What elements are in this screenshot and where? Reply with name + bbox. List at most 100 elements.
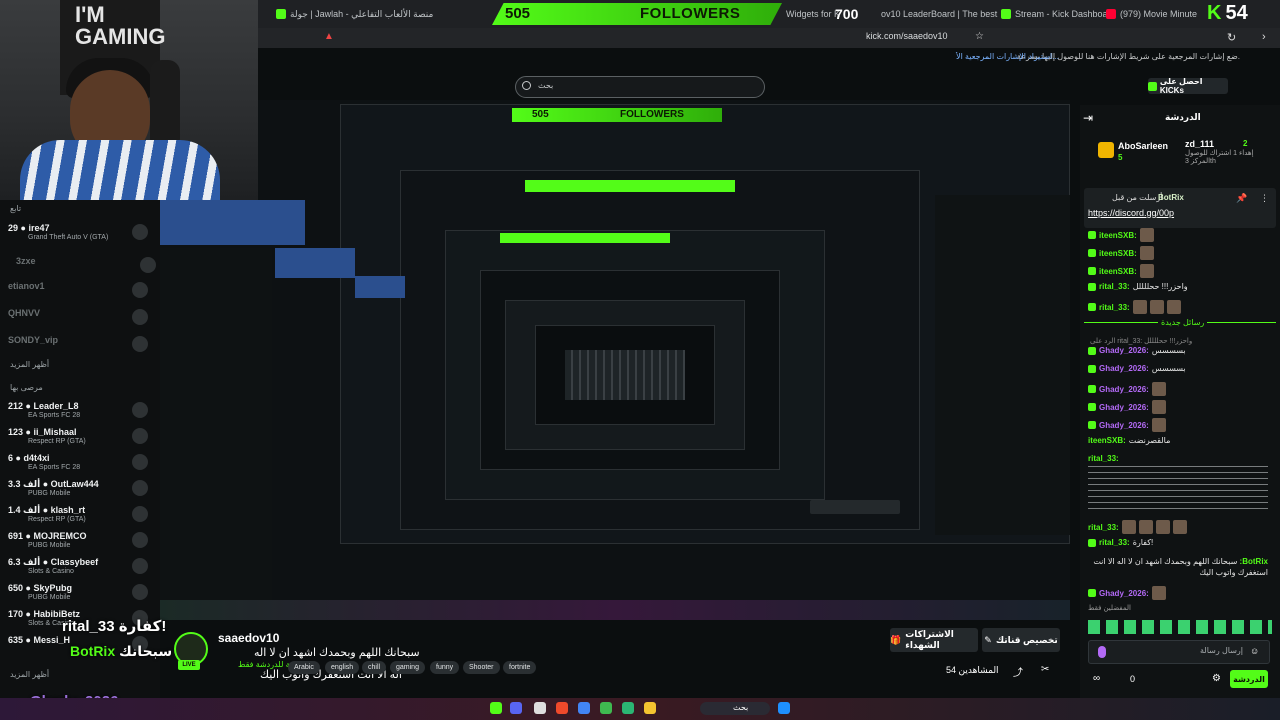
- sidebar-item-qhnvv[interactable]: QHNVV: [8, 307, 148, 333]
- share-icon[interactable]: ⤴: [1013, 664, 1023, 679]
- more-options-icon[interactable]: ⋮: [1260, 193, 1269, 204]
- chat-message: rital_33: كفارة!: [1088, 538, 1153, 547]
- emote-icon: [1172, 520, 1187, 534]
- emote-icon: [1151, 382, 1166, 396]
- gaming-banner-text: I'M GAMING: [75, 2, 166, 49]
- chat-send-button[interactable]: الدردشة: [1230, 670, 1268, 688]
- sidebar-item-etianov1[interactable]: etianov1: [8, 280, 148, 306]
- sidebar-item-3zxe[interactable]: 3zxe: [16, 255, 156, 281]
- file-explorer-icon[interactable]: [644, 702, 656, 714]
- tag-fortnite[interactable]: fortnite: [503, 661, 537, 674]
- reload-icon[interactable]: ↻: [1227, 31, 1236, 44]
- trophy-icon: [1098, 142, 1114, 158]
- chat-message: rital_33: واحزر!!! ححللللل: [1088, 282, 1188, 291]
- pinned-user: BotRix: [1158, 193, 1184, 202]
- extension-icon[interactable]: ▲: [324, 31, 334, 42]
- streamer-name[interactable]: saaedov10: [218, 631, 279, 645]
- bookmarks-bar: ضع إشارات المرجعية على شريط الإشارات هنا…: [264, 52, 1280, 64]
- emote-icon: [1149, 300, 1164, 314]
- emote-row[interactable]: [1088, 620, 1272, 634]
- kick-app-icon[interactable]: [490, 702, 502, 714]
- sidebar-rec-mojremco[interactable]: 691 ● MOJREMCO PUBG Mobile: [8, 530, 148, 556]
- avatar: [132, 584, 148, 600]
- emote-picker-label: المفضلين فقط: [1088, 605, 1131, 612]
- forward-icon[interactable]: ›: [1262, 31, 1266, 43]
- tab-leaderboard[interactable]: ov10 LeaderBoard | The best: [875, 4, 1003, 24]
- tag-arabic[interactable]: Arabic: [288, 661, 320, 674]
- whatsapp-app-icon[interactable]: [622, 702, 634, 714]
- webcam-feed: I'M GAMING: [0, 0, 258, 200]
- discord-app-icon[interactable]: [510, 702, 522, 714]
- taskbar-search-label: بحث: [733, 703, 749, 712]
- chat-message: rital_33:: [1088, 454, 1119, 463]
- tag-shooter[interactable]: Shooter: [463, 661, 500, 674]
- stream-title-line1: سبحانك اللهم وبحمدك اشهد ان لا اله: [254, 647, 420, 659]
- avatar: [132, 282, 148, 298]
- sidebar-item-sondy[interactable]: SONDY_vip: [8, 334, 148, 360]
- kick-coin-icon: [1148, 81, 1157, 91]
- sidebar-rec-skypubg[interactable]: 650 ● SkyPubg PUBG Mobile: [8, 582, 148, 608]
- subscriber-badge-icon: [1088, 303, 1096, 311]
- capture-chat: [935, 195, 1070, 535]
- mic-icon[interactable]: [1098, 646, 1106, 658]
- capture-sidebar: [160, 248, 272, 608]
- subscriber-badge-icon: [1088, 249, 1096, 257]
- sidebar-rec-mishaal[interactable]: 123 ● ii_Mishaal Respect RP (GTA): [8, 426, 148, 452]
- chrome-app-icon[interactable]: [578, 702, 590, 714]
- tag-gaming[interactable]: gaming: [390, 661, 425, 674]
- emote-icon: [1132, 300, 1147, 314]
- sidebar-rec-d4t4xi[interactable]: 6 ● d4t4xi EA Sports FC 28: [8, 452, 148, 478]
- customize-channel-button[interactable]: ✎ تخصيص قناتك: [982, 628, 1060, 652]
- emoji-icon[interactable]: ☺: [1250, 646, 1259, 656]
- chat-title: الدردشة: [1165, 112, 1201, 122]
- clip-icon[interactable]: ✂: [1041, 664, 1049, 675]
- bookmark-star-icon[interactable]: ☆: [975, 31, 984, 42]
- capture-cam-2: [275, 248, 355, 278]
- subscriptions-button[interactable]: 🎁 الاشتراكات الشهداء: [890, 628, 978, 652]
- chat-message: Ghady_2026: بسسسس: [1088, 346, 1186, 355]
- tab-movie-minute[interactable]: (979) Movie Minute: [1100, 4, 1203, 24]
- chat-counter: 0: [1130, 674, 1136, 684]
- sidebar-rec-outlaw[interactable]: 3.3 ألف ● OutLaw444 PUBG Mobile: [8, 478, 148, 504]
- chat-message: Ghady_2026:: [1088, 418, 1166, 432]
- sidebar-rec-leader[interactable]: 212 ● Leader_L8 EA Sports FC 28: [8, 400, 148, 426]
- bookmark-import-link[interactable]: استيراد الإشارات المرجعية الأ...: [956, 52, 1059, 61]
- youtube-favicon-icon: [1106, 9, 1116, 19]
- pin-icon[interactable]: 📌: [1236, 193, 1247, 204]
- show-more-link[interactable]: أظهر المزيد: [10, 360, 49, 369]
- tab-jawlah[interactable]: جولة | Jawlah - منصة الألعاب التفاعلي: [270, 4, 439, 24]
- badge-icon: [1088, 538, 1096, 547]
- tag-english[interactable]: english: [325, 661, 360, 674]
- tag-chill[interactable]: chill: [362, 661, 387, 674]
- windows-start-icon[interactable]: [778, 702, 790, 714]
- obs-app-icon[interactable]: [534, 702, 546, 714]
- sidebar: تابع 29 ● ire47 Grand Theft Auto V (GTA)…: [0, 200, 160, 720]
- leader-2-name: zd_111: [1185, 139, 1215, 149]
- followers-count: 505: [505, 5, 531, 22]
- live-badge: LIVE: [178, 660, 200, 670]
- chat-message: iteenSXB:: [1088, 228, 1154, 242]
- streamer-shirt: [20, 140, 220, 200]
- sidebar-rec-classybeef[interactable]: 6.3 ألف ● Classybeef Slots & Casino: [8, 556, 148, 582]
- app-icon[interactable]: [600, 702, 612, 714]
- sidebar-item-ire47[interactable]: 29 ● ire47 Grand Theft Auto V (GTA): [8, 222, 148, 248]
- settings-gear-icon[interactable]: ⚙: [1212, 673, 1221, 684]
- tag-funny[interactable]: funny: [430, 661, 460, 674]
- avatar: [132, 506, 148, 522]
- sidebar-rec-klash[interactable]: 1.4 ألف ● klash_rt Respect RP (GTA): [8, 504, 148, 530]
- address-bar[interactable]: [258, 28, 1280, 48]
- url-text[interactable]: kick.com/saaedov10: [866, 31, 948, 41]
- chat-input-placeholder: إرسال رسالة: [1200, 646, 1243, 655]
- chat-message: Ghady_2026:: [1088, 400, 1166, 414]
- capture-followers-bar-2: [525, 180, 735, 192]
- infinity-icon[interactable]: ∞: [1093, 673, 1100, 684]
- show-more-link-2[interactable]: أظهر المزيد: [10, 670, 49, 679]
- windows-taskbar: [0, 698, 1280, 720]
- pinned-discord-link[interactable]: https://discord.gg/00p: [1088, 208, 1174, 218]
- gift-icon: 🎁: [890, 634, 902, 645]
- search-icon: [522, 81, 531, 90]
- brave-app-icon[interactable]: [556, 702, 568, 714]
- get-kicks-button[interactable]: احصل على KICKs: [1148, 77, 1228, 95]
- capture-followers-label: FOLLOWERS: [620, 109, 684, 120]
- collapse-chat-icon[interactable]: ⇥: [1083, 111, 1093, 125]
